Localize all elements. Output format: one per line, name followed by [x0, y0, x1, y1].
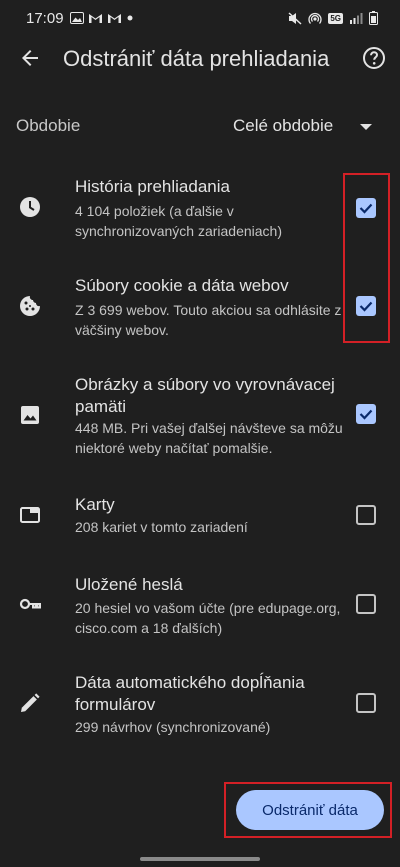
- item-title: Dáta automatického dopĺňania formulárov: [75, 673, 305, 714]
- list-item-cached-images[interactable]: Obrázky a súbory vo vyrovnávacej pamäti …: [0, 370, 400, 462]
- clock-icon: [20, 197, 40, 217]
- hotspot-icon: [308, 12, 322, 24]
- highlight-box-checkboxes: [343, 173, 390, 343]
- item-title: Obrázky a súbory vo vyrovnávacej pamäti: [75, 375, 335, 416]
- back-arrow-icon[interactable]: [18, 46, 42, 70]
- key-icon: [19, 598, 41, 610]
- status-bar: 17:09 5G: [0, 0, 400, 38]
- list-item-autofill[interactable]: Dáta automatického dopĺňania formulárov …: [0, 668, 400, 740]
- pencil-icon: [21, 693, 40, 712]
- gallery-icon: [70, 12, 84, 24]
- mute-icon: [288, 11, 302, 25]
- time-range-label: Obdobie: [16, 116, 81, 135]
- help-icon[interactable]: [362, 46, 386, 70]
- status-time: 17:09: [26, 10, 64, 27]
- item-subtitle: 4 104 položiek (a ďalšie v synchronizova…: [75, 203, 282, 239]
- list-item-browsing-history[interactable]: História prehliadania 4 104 položiek (a …: [0, 170, 400, 248]
- checkbox-tabs[interactable]: [356, 505, 376, 525]
- cookie-icon: [20, 296, 40, 316]
- item-title: História prehliadania: [75, 177, 230, 196]
- item-subtitle: 448 MB. Pri vašej ďalšej návšteve sa môž…: [75, 420, 343, 456]
- tab-icon: [20, 507, 40, 523]
- gmail-icon: [89, 14, 102, 23]
- dropdown-arrow-icon[interactable]: [358, 120, 374, 134]
- item-title: Karty: [75, 495, 115, 514]
- list-item-tabs[interactable]: Karty 208 kariet v tomto zariadení: [0, 490, 400, 542]
- dot-icon: [127, 15, 133, 21]
- item-title: Uložené heslá: [75, 575, 183, 594]
- item-title: Súbory cookie a dáta webov: [75, 276, 289, 295]
- check-icon: [359, 409, 373, 420]
- page-title: Odstrániť dáta prehliadania: [63, 46, 330, 71]
- item-subtitle: 20 hesiel vo vašom účte (pre edupage.org…: [75, 600, 341, 636]
- list-item-saved-passwords[interactable]: Uložené heslá 20 hesiel vo vašom účte (p…: [0, 570, 400, 642]
- status-left-icons: [70, 12, 134, 24]
- item-subtitle: 299 návrhov (synchronizované): [75, 719, 271, 735]
- clear-data-button[interactable]: Odstrániť dáta: [236, 790, 384, 830]
- signal-icon: [350, 13, 363, 24]
- battery-icon: [369, 11, 378, 25]
- item-subtitle: 208 kariet v tomto zariadení: [75, 519, 248, 535]
- list-item-cookies[interactable]: Súbory cookie a dáta webov Z 3 699 webov…: [0, 269, 400, 347]
- item-subtitle: Z 3 699 webov. Touto akciou sa odhlásite…: [75, 302, 342, 338]
- gmail-icon: [108, 14, 121, 23]
- gesture-nav-handle[interactable]: [140, 857, 260, 861]
- 5g-icon: 5G: [328, 12, 343, 24]
- checkbox-cached-images[interactable]: [356, 404, 376, 424]
- image-icon: [21, 406, 39, 424]
- checkbox-autofill[interactable]: [356, 693, 376, 713]
- checkbox-saved-passwords[interactable]: [356, 594, 376, 614]
- status-right-icons: 5G: [288, 11, 378, 25]
- time-range-value[interactable]: Celé obdobie: [233, 116, 333, 136]
